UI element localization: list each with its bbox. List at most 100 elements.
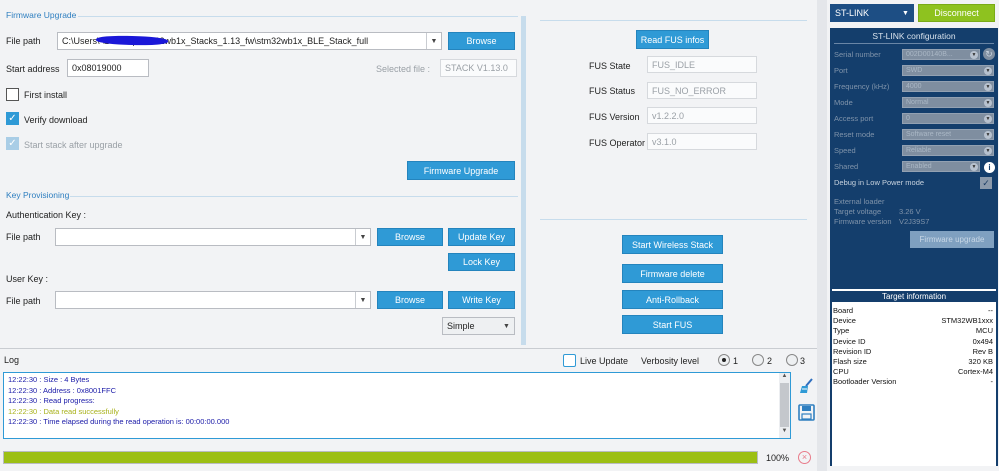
verbosity-radio-3[interactable] bbox=[786, 354, 798, 366]
target-info-row: Flash size 320 KB bbox=[833, 357, 993, 366]
stlink-device-select[interactable]: ST-LINK ▼ bbox=[830, 4, 914, 22]
disconnect-button[interactable]: Disconnect bbox=[918, 4, 995, 22]
log-line: 12:22:30 : Size : 4 Bytes bbox=[8, 375, 90, 384]
chevron-down-icon[interactable]: ▼ bbox=[898, 5, 913, 21]
live-update-label: Live Update bbox=[580, 356, 629, 366]
port-select[interactable]: SWD ▼ bbox=[902, 65, 994, 76]
target-info-value: - bbox=[990, 377, 994, 387]
fus-status-value: FUS_NO_ERROR bbox=[647, 82, 757, 99]
shared-select[interactable]: Enabled ▼ bbox=[902, 161, 980, 172]
stlink-config-title: ST-LINK configuration bbox=[872, 31, 956, 41]
speed-select[interactable]: Reliable ▼ bbox=[902, 145, 994, 156]
verbosity-level-label: Verbosity level bbox=[641, 356, 700, 366]
reset-mode-value: Software reset bbox=[906, 131, 952, 138]
fus-version-label: FUS Version bbox=[589, 112, 640, 122]
target-voltage-value: 3.26 V bbox=[899, 207, 921, 216]
chevron-down-icon: ▼ bbox=[970, 163, 978, 171]
auth-file-path-label: File path bbox=[6, 232, 41, 242]
scroll-down-icon[interactable]: ▼ bbox=[779, 428, 790, 437]
user-key-file-combobox[interactable]: ▼ bbox=[55, 291, 371, 309]
log-title: Log bbox=[4, 355, 20, 365]
firmware-upgrade-button[interactable]: Firmware Upgrade bbox=[407, 161, 515, 180]
stlink-firmware-upgrade-button[interactable]: Firmware upgrade bbox=[910, 231, 994, 248]
mode-select[interactable]: Normal ▼ bbox=[902, 97, 994, 108]
access-port-value: 0 bbox=[906, 115, 910, 122]
log-console[interactable] bbox=[3, 372, 791, 439]
info-icon[interactable]: i bbox=[984, 162, 995, 173]
start-wireless-stack-button[interactable]: Start Wireless Stack bbox=[622, 235, 723, 254]
port-label: Port bbox=[834, 66, 848, 75]
log-scrollbar-thumb[interactable] bbox=[780, 383, 789, 427]
fus-operator-value: v3.1.0 bbox=[647, 133, 757, 150]
firmware-delete-button[interactable]: Firmware delete bbox=[622, 264, 723, 283]
log-line: 12:22:30 : Address : 0x8001FFC bbox=[8, 385, 116, 395]
reset-mode-label: Reset mode bbox=[834, 130, 875, 139]
stlink-device-value: ST-LINK bbox=[835, 8, 870, 18]
verify-download-label: Verify download bbox=[24, 115, 88, 125]
key-provisioning-section-title: Key Provisioning bbox=[6, 190, 70, 200]
live-update-checkbox[interactable] bbox=[563, 354, 576, 367]
selected-file-value: STACK V1.13.0 bbox=[440, 59, 517, 77]
auth-browse-button[interactable]: Browse bbox=[377, 228, 443, 246]
chevron-down-icon: ▼ bbox=[984, 67, 992, 75]
shared-value: Enabled bbox=[906, 163, 932, 170]
chevron-down-icon[interactable]: ▼ bbox=[355, 229, 370, 245]
lock-key-button[interactable]: Lock Key bbox=[448, 253, 515, 271]
verbosity-radio-1[interactable] bbox=[718, 354, 730, 366]
key-mode-select[interactable]: Simple ▼ bbox=[442, 317, 515, 335]
browse-button[interactable]: Browse bbox=[448, 32, 515, 50]
write-key-button[interactable]: Write Key bbox=[448, 291, 515, 309]
speed-value: Reliable bbox=[906, 147, 932, 154]
target-info-row: Revision ID Rev B bbox=[833, 347, 993, 356]
verify-download-checkbox[interactable]: ✓ bbox=[6, 112, 19, 125]
speed-label: Speed bbox=[834, 146, 856, 155]
key-mode-value: Simple bbox=[447, 321, 475, 331]
shared-label: Shared bbox=[834, 162, 859, 171]
file-path-label: File path bbox=[6, 36, 41, 46]
scroll-up-icon[interactable]: ▲ bbox=[779, 373, 790, 382]
chevron-down-icon: ▼ bbox=[984, 99, 992, 107]
fus-operator-label: FUS Operator bbox=[589, 138, 646, 148]
firmware-version-label: Firmware version bbox=[834, 217, 892, 226]
target-info-row: Device ID 0x494 bbox=[833, 337, 993, 346]
update-key-button[interactable]: Update Key bbox=[448, 228, 515, 246]
target-info-key: Flash size bbox=[833, 357, 867, 366]
access-port-label: Access port bbox=[834, 114, 874, 123]
chevron-down-icon[interactable]: ▼ bbox=[499, 318, 514, 334]
chevron-down-icon: ▼ bbox=[970, 51, 978, 59]
start-stack-checkbox[interactable]: ✓ bbox=[6, 137, 19, 150]
fus-state-label: FUS State bbox=[589, 61, 631, 71]
cancel-icon[interactable]: × bbox=[798, 451, 811, 464]
anti-rollback-button[interactable]: Anti-Rollback bbox=[622, 290, 723, 309]
start-fus-button[interactable]: Start FUS bbox=[622, 315, 723, 334]
refresh-icon[interactable]: ↻ bbox=[983, 48, 995, 60]
mode-value: Normal bbox=[906, 99, 929, 106]
progress-bar-fill bbox=[4, 452, 757, 463]
auth-key-file-combobox[interactable]: ▼ bbox=[55, 228, 371, 246]
read-fus-infos-button[interactable]: Read FUS infos bbox=[636, 30, 709, 49]
broom-icon[interactable] bbox=[798, 377, 816, 395]
chevron-down-icon[interactable]: ▼ bbox=[426, 33, 441, 49]
target-info-value: -- bbox=[988, 306, 993, 315]
start-address-input[interactable]: 0x08019000 bbox=[67, 59, 149, 77]
chevron-down-icon: ▼ bbox=[984, 147, 992, 155]
serial-number-value: 002D00140B... bbox=[906, 51, 953, 58]
start-stack-label: Start stack after upgrade bbox=[24, 140, 123, 150]
target-info-key: Board bbox=[833, 306, 854, 315]
first-install-checkbox[interactable] bbox=[6, 88, 19, 101]
verbosity-label-3: 3 bbox=[800, 356, 806, 366]
user-browse-button[interactable]: Browse bbox=[377, 291, 443, 309]
chevron-down-icon[interactable]: ▼ bbox=[355, 292, 370, 308]
debug-low-power-checkbox[interactable]: ✓ bbox=[980, 177, 992, 189]
verbosity-radio-2[interactable] bbox=[752, 354, 764, 366]
frequency-select[interactable]: 4000 ▼ bbox=[902, 81, 994, 92]
target-information-title: Target information bbox=[832, 291, 996, 302]
reset-mode-select[interactable]: Software reset ▼ bbox=[902, 129, 994, 140]
progress-bar bbox=[3, 451, 758, 464]
target-voltage-label: Target voltage bbox=[834, 207, 882, 216]
left-pane-scrollbar[interactable] bbox=[521, 16, 526, 345]
selected-file-label: Selected file : bbox=[376, 64, 431, 74]
access-port-select[interactable]: 0 ▼ bbox=[902, 113, 994, 124]
save-icon[interactable] bbox=[798, 404, 815, 421]
serial-number-select[interactable]: 002D00140B... ▼ bbox=[902, 49, 980, 60]
